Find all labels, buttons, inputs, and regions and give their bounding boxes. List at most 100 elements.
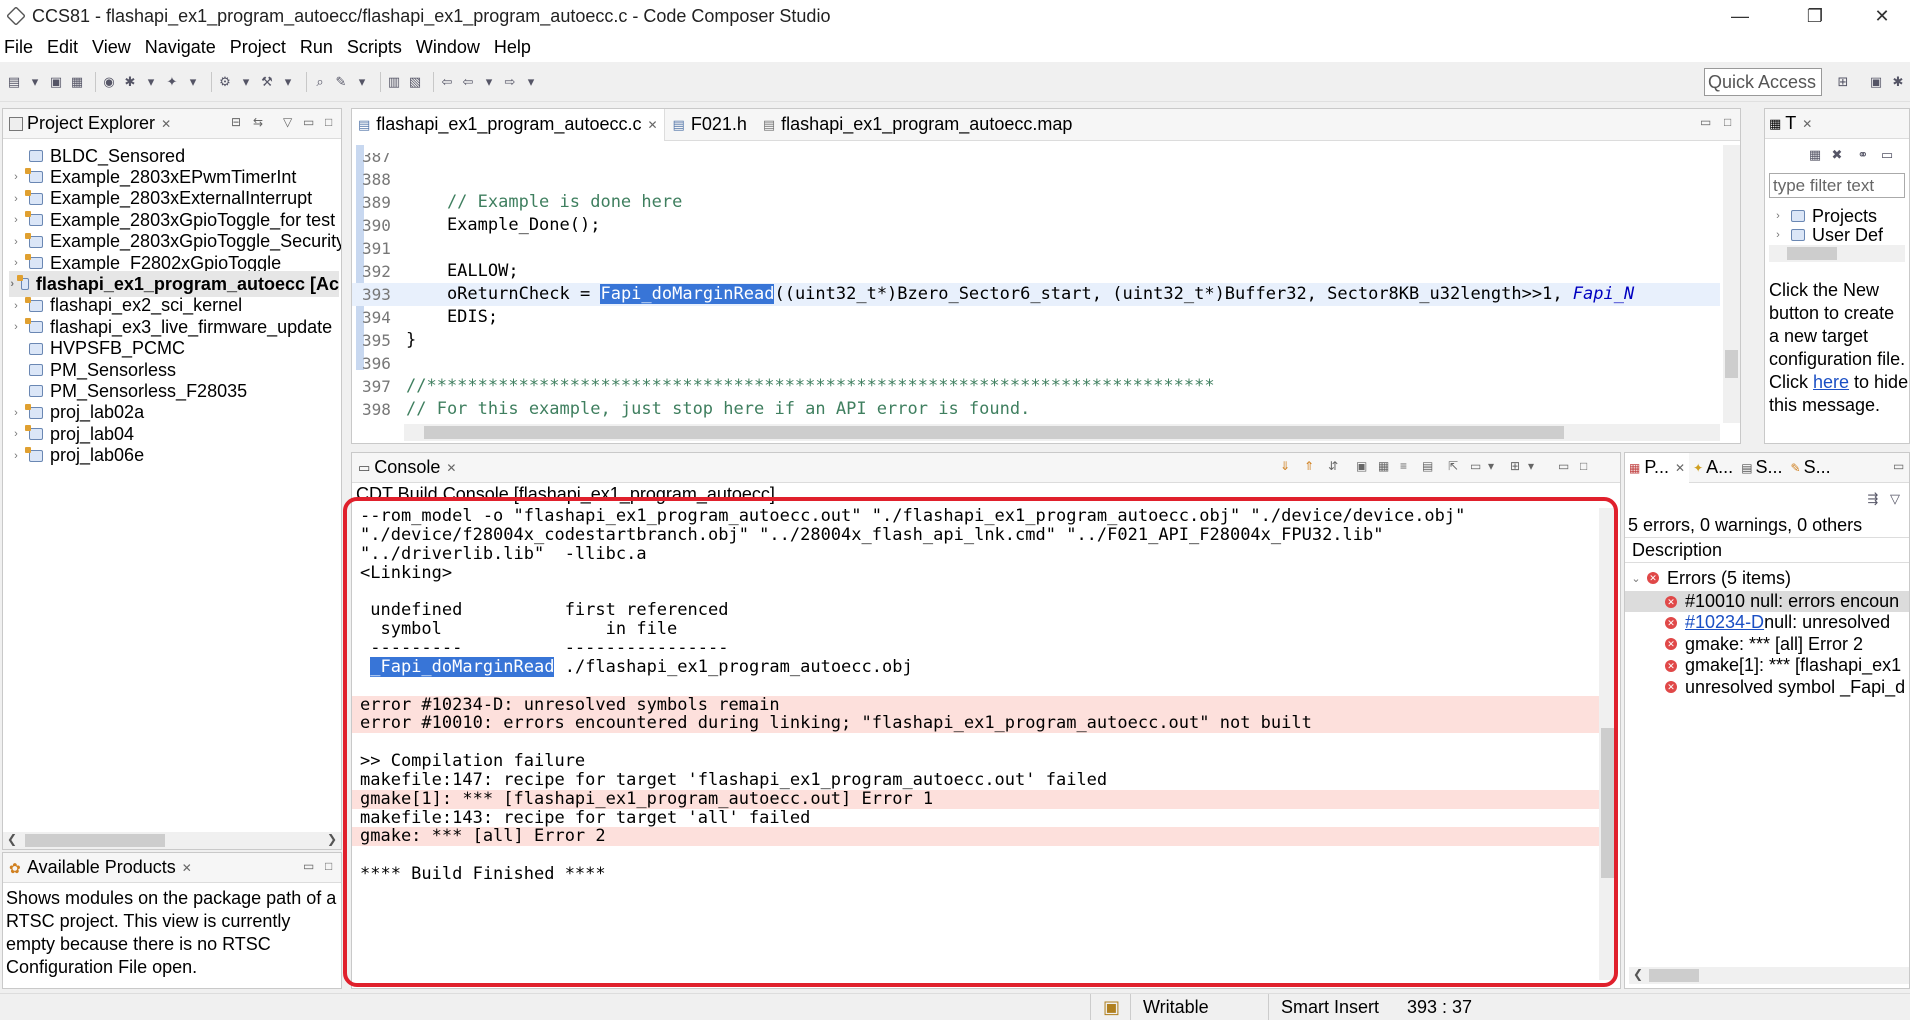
clear-console-icon[interactable]: ▦: [1378, 459, 1389, 473]
bug-icon[interactable]: ✦: [164, 74, 180, 90]
pin-icon[interactable]: ⇱: [1448, 459, 1458, 473]
scrollbar-thumb[interactable]: [1601, 728, 1614, 878]
tab-problems[interactable]: ▦ P... ✕: [1625, 453, 1690, 483]
back-icon[interactable]: ⇦: [460, 74, 476, 90]
chevron-right-icon[interactable]: ›: [9, 407, 23, 419]
menu-edit[interactable]: Edit: [47, 37, 78, 58]
maximize-icon[interactable]: □: [1724, 115, 1731, 129]
new-config-icon[interactable]: ▦: [1807, 147, 1823, 163]
horizontal-scrollbar[interactable]: [1769, 245, 1905, 262]
horizontal-scrollbar[interactable]: [404, 424, 1720, 441]
scrollbar-thumb[interactable]: [1725, 350, 1738, 378]
previous-error-icon[interactable]: ⇑: [1304, 459, 1314, 473]
dropdown-icon[interactable]: ▾: [280, 74, 296, 90]
filter-icon[interactable]: ⇶: [1865, 491, 1881, 507]
errors-group[interactable]: ⌄ ✕ Errors (5 items): [1629, 565, 1791, 591]
ccs-debug-perspective-icon[interactable]: ✱: [1890, 74, 1906, 90]
tab-map-file[interactable]: ▤ flashapi_ex1_program_autoecc.map: [755, 109, 1080, 141]
menu-view[interactable]: View: [92, 37, 131, 58]
chevron-right-icon[interactable]: ›: [9, 428, 23, 440]
tree-user-defined[interactable]: › User Def: [1771, 225, 1883, 245]
delete-icon[interactable]: ✖: [1829, 147, 1845, 163]
scroll-right-icon[interactable]: ❯: [327, 832, 337, 846]
forward-icon[interactable]: ⇨: [502, 74, 518, 90]
restore-button[interactable]: ❐: [1785, 0, 1845, 32]
menu-navigate[interactable]: Navigate: [145, 37, 216, 58]
new-icon[interactable]: ▤: [6, 74, 22, 90]
link-icon[interactable]: ⚭: [1855, 147, 1871, 163]
minimize-icon[interactable]: ▭: [1700, 115, 1711, 129]
word-wrap-icon[interactable]: ≡: [1400, 459, 1407, 473]
chevron-right-icon[interactable]: ›: [1771, 210, 1785, 222]
scrollbar-thumb[interactable]: [25, 834, 165, 847]
chevron-right-icon[interactable]: ›: [9, 257, 23, 269]
minimize-icon[interactable]: ▭: [303, 115, 314, 129]
insert-mode-status[interactable]: Smart Insert: [1268, 994, 1403, 1020]
horizontal-scrollbar[interactable]: ❮ ❯: [3, 832, 341, 849]
chevron-down-icon[interactable]: ⌄: [1629, 572, 1643, 585]
highlighted-symbol[interactable]: Fapi_doMarginRead: [600, 284, 775, 304]
scroll-lock-icon[interactable]: ⇵: [1328, 459, 1338, 473]
save-icon[interactable]: ▣: [48, 74, 64, 90]
pen-icon[interactable]: ✎: [333, 74, 349, 90]
minimize-button[interactable]: —: [1710, 0, 1770, 32]
dropdown-icon[interactable]: ▾: [1528, 459, 1534, 473]
chevron-right-icon[interactable]: ›: [9, 193, 23, 205]
project-item[interactable]: › proj_lab06e: [9, 443, 144, 469]
hide-message-link[interactable]: here: [1813, 372, 1849, 392]
chevron-right-icon[interactable]: ›: [9, 300, 23, 312]
view-menu-icon[interactable]: ▽: [283, 115, 292, 129]
chevron-right-icon[interactable]: ›: [9, 450, 23, 462]
save-all-icon[interactable]: ▦: [69, 74, 85, 90]
available-products-title[interactable]: Available Products: [27, 857, 176, 878]
dropdown-icon[interactable]: ▾: [238, 74, 254, 90]
dropdown-icon[interactable]: ▾: [481, 74, 497, 90]
dropdown-icon[interactable]: ▾: [27, 74, 43, 90]
close-icon[interactable]: ✕: [446, 461, 456, 475]
open-perspective-icon[interactable]: ⊞: [1835, 74, 1851, 90]
dropdown-icon[interactable]: ▾: [1488, 459, 1494, 473]
minimize-icon[interactable]: ▭: [1893, 459, 1904, 473]
menu-help[interactable]: Help: [494, 37, 531, 58]
tab-scripts[interactable]: ✎ S...: [1787, 457, 1835, 478]
problem-item[interactable]: ✕ gmake[1]: *** [flashapi_ex1: [1625, 655, 1909, 676]
menu-file[interactable]: File: [4, 37, 33, 58]
error-code-link[interactable]: #10234-D: [1685, 612, 1764, 633]
show-output-icon[interactable]: ▤: [1422, 459, 1433, 473]
chevron-right-icon[interactable]: ›: [1771, 229, 1785, 241]
flash-icon[interactable]: ⚙: [217, 74, 233, 90]
search-icon[interactable]: ⌕: [312, 74, 328, 90]
chevron-right-icon[interactable]: ›: [9, 321, 23, 333]
chevron-right-icon[interactable]: ›: [9, 171, 23, 183]
problem-item[interactable]: ✕ #10010 null: errors encoun: [1625, 591, 1909, 612]
maximize-icon[interactable]: □: [1580, 459, 1587, 473]
undefined-symbol[interactable]: _Fapi_doMarginRead: [370, 656, 555, 677]
vertical-scrollbar[interactable]: [1723, 145, 1740, 423]
build-icon[interactable]: ✱: [122, 74, 138, 90]
debug-icon[interactable]: ◉: [101, 74, 117, 90]
close-icon[interactable]: ✕: [182, 861, 192, 875]
back-edit-icon[interactable]: ⇦: [439, 74, 455, 90]
problem-item[interactable]: ✕ gmake: *** [all] Error 2: [1625, 634, 1909, 655]
next-error-icon[interactable]: ⇓: [1280, 459, 1290, 473]
close-button[interactable]: ✕: [1852, 0, 1910, 32]
hammer-icon[interactable]: ⚒: [259, 74, 275, 90]
quick-access-input[interactable]: Quick Access: [1704, 68, 1822, 96]
target-panel-title[interactable]: T: [1785, 113, 1796, 134]
maximize-icon[interactable]: □: [325, 859, 332, 873]
collapse-all-icon[interactable]: ⊟: [231, 115, 241, 129]
menu-window[interactable]: Window: [416, 37, 480, 58]
scrollbar-thumb[interactable]: [424, 426, 1564, 439]
dropdown-icon[interactable]: ▾: [523, 74, 539, 90]
chevron-right-icon[interactable]: ›: [9, 278, 15, 290]
open-console-icon[interactable]: ⊞: [1510, 459, 1520, 473]
tab-f021-h[interactable]: ▤ F021.h: [665, 109, 755, 141]
tab-advice[interactable]: ✦ A...: [1689, 457, 1737, 478]
code-area[interactable]: 387 388 389 // Example is done here 390 Exa…: [352, 153, 1720, 423]
menu-scripts[interactable]: Scripts: [347, 37, 402, 58]
scroll-left-icon[interactable]: ❮: [1633, 967, 1643, 981]
scrollbar-thumb[interactable]: [1787, 247, 1837, 260]
dropdown-icon[interactable]: ▾: [143, 74, 159, 90]
problem-item[interactable]: ✕ unresolved symbol _Fapi_d: [1625, 677, 1909, 698]
menu-project[interactable]: Project: [230, 37, 286, 58]
